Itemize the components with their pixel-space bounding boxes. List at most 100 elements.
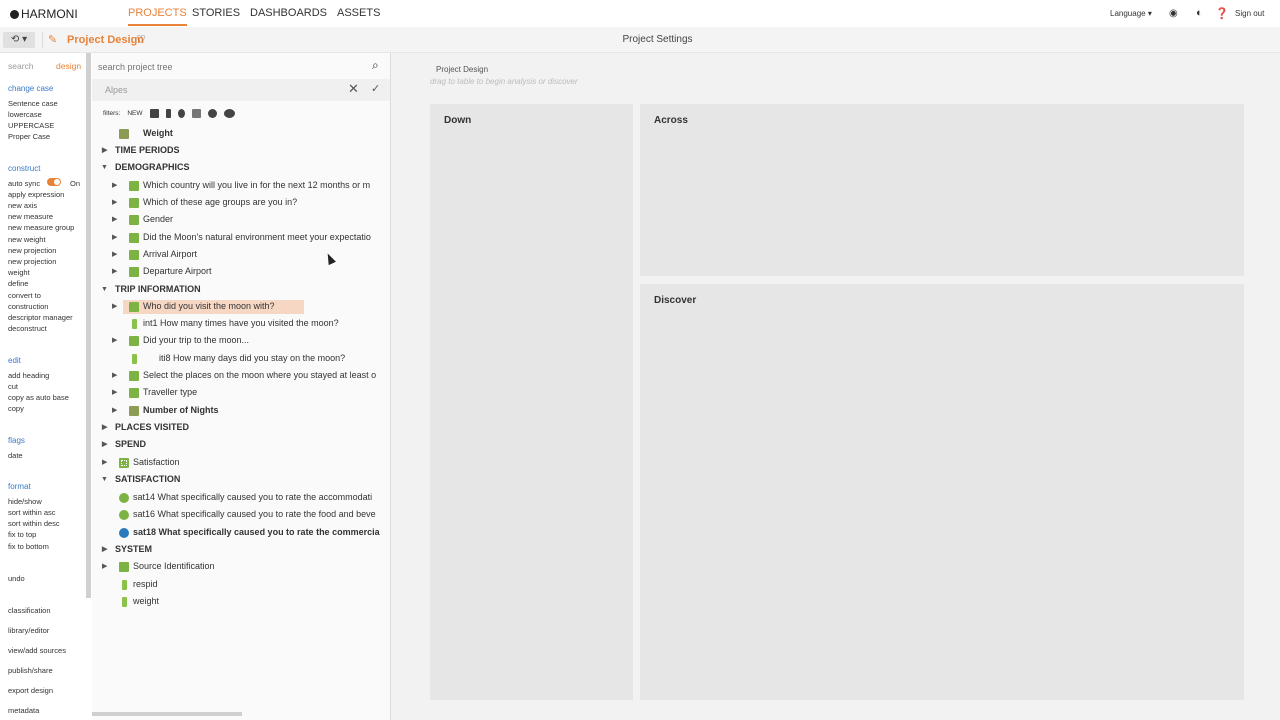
nav-assets[interactable]: ASSETS xyxy=(337,7,380,19)
history-button[interactable]: ⟲ ▾ xyxy=(3,32,35,48)
menu-cut[interactable]: cut xyxy=(8,382,18,391)
expand-icon[interactable]: ▶ xyxy=(112,384,117,401)
toggle-icon-1[interactable] xyxy=(207,109,217,118)
tree-row[interactable]: ▶ Satisfaction xyxy=(92,454,390,471)
menu-define[interactable]: define xyxy=(8,279,28,288)
menu-sort-desc[interactable]: sort within desc xyxy=(8,519,60,528)
expand-icon[interactable]: ▶ xyxy=(112,367,117,384)
grid-icon[interactable] xyxy=(149,109,159,118)
tab-design[interactable]: design xyxy=(56,61,81,71)
expand-icon[interactable]: ▶ xyxy=(112,177,117,194)
panel-splitter[interactable] xyxy=(390,53,398,720)
section-change-case[interactable]: change case xyxy=(8,84,53,93)
menu-export-design[interactable]: export design xyxy=(8,686,53,695)
expand-icon[interactable]: ▶ xyxy=(102,541,107,558)
tree-row-selected[interactable]: ▶ Who did you visit the moon with? xyxy=(92,298,390,315)
contrast-icon[interactable]: ◐ xyxy=(1196,7,1203,19)
project-title[interactable]: Project Design xyxy=(67,34,144,46)
search-project-tree-input[interactable] xyxy=(98,58,370,75)
section-edit[interactable]: edit xyxy=(8,356,21,365)
menu-copy-as-auto-base[interactable]: copy as auto base xyxy=(8,393,69,402)
tree-row[interactable]: ▶ Which of these age groups are you in? xyxy=(92,194,390,211)
menu-new-projection-1[interactable]: new projection xyxy=(8,246,56,255)
sign-out-link[interactable]: Sign out xyxy=(1235,9,1264,18)
menu-metadata[interactable]: metadata xyxy=(8,706,39,715)
expand-icon[interactable]: ▶ xyxy=(102,436,107,453)
across-drop-zone[interactable]: Across xyxy=(640,104,1244,276)
menu-sort-asc[interactable]: sort within asc xyxy=(8,508,56,517)
menu-proper-case[interactable]: Proper Case xyxy=(8,132,50,141)
tree-section[interactable]: ▼ SATISFACTION xyxy=(92,471,390,488)
tree-row[interactable]: respid xyxy=(92,576,390,593)
close-icon[interactable]: ✕ xyxy=(348,81,359,97)
nav-projects[interactable]: PROJECTS xyxy=(128,7,187,26)
discover-drop-zone[interactable]: Discover xyxy=(640,284,1244,700)
eye-icon[interactable]: ◉ xyxy=(1169,8,1178,19)
menu-sentence-case[interactable]: Sentence case xyxy=(8,99,58,108)
tree-row[interactable]: Weight xyxy=(92,125,390,142)
tree-row[interactable]: sat14 What specifically caused you to ra… xyxy=(92,489,390,506)
menu-uppercase[interactable]: UPPERCASE xyxy=(8,121,54,130)
menu-new-measure[interactable]: new measure xyxy=(8,212,53,221)
tree-row[interactable]: ▶ Departure Airport xyxy=(92,263,390,280)
menu-copy[interactable]: copy xyxy=(8,404,24,413)
menu-hide-show[interactable]: hide/show xyxy=(8,497,42,506)
tree-row[interactable]: ▶ Did the Moon's natural environment meet… xyxy=(92,229,390,246)
collapse-icon[interactable]: ▼ xyxy=(101,159,108,176)
tree-row[interactable]: ▶ Did your trip to the moon... xyxy=(92,332,390,349)
menu-classification[interactable]: classification xyxy=(8,606,51,615)
tree-row[interactable]: sat18 What specifically caused you to ra… xyxy=(92,524,390,541)
tree-row[interactable]: weight xyxy=(92,593,390,610)
edit-icon[interactable]: ✎ xyxy=(42,32,61,48)
list-icon[interactable] xyxy=(165,109,171,118)
menu-descriptor-manager[interactable]: descriptor manager xyxy=(8,313,73,322)
tree-row[interactable]: ▶ Number of Nights xyxy=(92,402,390,419)
menu-view-add-sources[interactable]: view/add sources xyxy=(8,646,66,655)
down-drop-zone[interactable]: Down xyxy=(430,104,633,700)
menu-library-editor[interactable]: library/editor xyxy=(8,626,49,635)
expand-icon[interactable]: ▶ xyxy=(112,246,117,263)
search-icon[interactable]: ⌕ xyxy=(372,58,379,73)
menu-publish-share[interactable]: publish/share xyxy=(8,666,53,675)
tree-section[interactable]: ▶ SYSTEM xyxy=(92,541,390,558)
tree-row[interactable]: sat16 What specifically caused you to ra… xyxy=(92,506,390,523)
tree-horizontal-scrollbar[interactable] xyxy=(92,712,242,716)
tree-section[interactable]: ▶ SPEND xyxy=(92,436,390,453)
expand-icon[interactable]: ▶ xyxy=(102,419,107,436)
location-icon[interactable] xyxy=(177,109,185,118)
expand-icon[interactable]: ▶ xyxy=(112,263,117,280)
section-construct[interactable]: construct xyxy=(8,164,40,173)
menu-fix-bottom[interactable]: fix to bottom xyxy=(8,542,49,551)
expand-icon[interactable]: ▶ xyxy=(112,402,117,419)
tree-row[interactable]: iti8 How many days did you stay on the m… xyxy=(92,350,390,367)
auto-sync-toggle[interactable] xyxy=(47,178,61,186)
tree-row[interactable]: ▶ Traveller type xyxy=(92,384,390,401)
menu-new-measure-group[interactable]: new measure group xyxy=(8,223,74,232)
nav-dashboards[interactable]: DASHBOARDS xyxy=(250,7,327,19)
sidebar-scrollbar[interactable] xyxy=(86,53,91,598)
toggle-icon-2[interactable] xyxy=(223,109,235,118)
expand-icon[interactable]: ▶ xyxy=(102,558,107,575)
menu-new-axis[interactable]: new axis xyxy=(8,201,37,210)
tree-row[interactable]: ▶ Select the places on the moon where you… xyxy=(92,367,390,384)
tree-row[interactable]: ▶ Which country will you live in for the … xyxy=(92,177,390,194)
menu-fix-top[interactable]: fix to top xyxy=(8,530,36,539)
app-logo[interactable]: HARMONI xyxy=(10,7,78,21)
section-format[interactable]: format xyxy=(8,482,31,491)
help-icon[interactable]: ❓ xyxy=(1215,7,1229,20)
filter-value-input[interactable]: Alpes xyxy=(105,85,128,95)
menu-weight[interactable]: weight xyxy=(8,268,30,277)
favorite-heart-icon[interactable]: ♡ xyxy=(136,33,146,46)
expand-icon[interactable]: ▶ xyxy=(112,211,117,228)
hierarchy-icon[interactable] xyxy=(191,109,201,118)
menu-construction[interactable]: construction xyxy=(8,302,48,311)
tree-row[interactable]: ▶ Source Identification xyxy=(92,558,390,575)
tree-row[interactable]: int1 How many times have you visited the… xyxy=(92,315,390,332)
collapse-icon[interactable]: ▼ xyxy=(101,281,108,298)
nav-stories[interactable]: STORIES xyxy=(192,7,240,19)
tree-section[interactable]: ▶ TIME PERIODS xyxy=(92,142,390,159)
menu-deconstruct[interactable]: deconstruct xyxy=(8,324,47,333)
menu-apply-expression[interactable]: apply expression xyxy=(8,190,64,199)
expand-icon[interactable]: ▶ xyxy=(102,454,107,471)
project-settings-link[interactable]: Project Settings xyxy=(560,34,755,45)
